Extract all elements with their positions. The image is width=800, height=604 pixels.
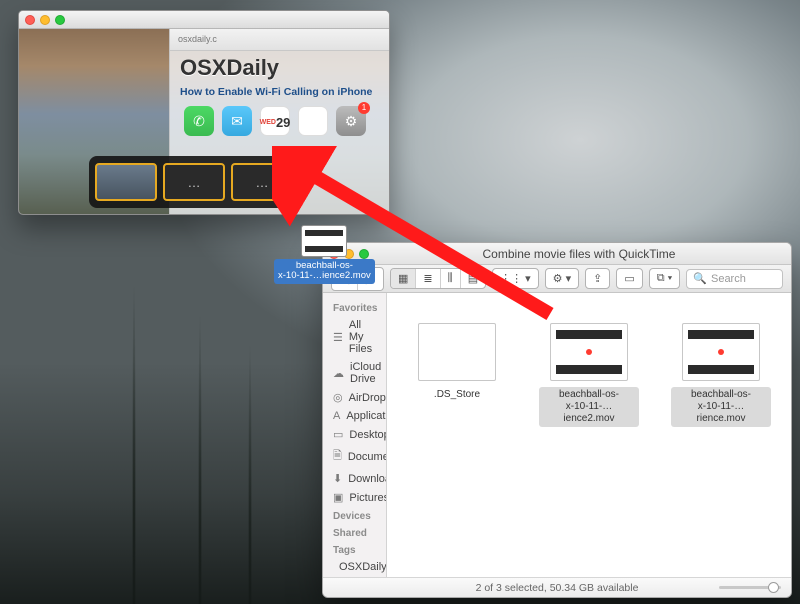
finder-toolbar: 〈 〉 ▦ ≣ ⫼ ▤ ⋮⋮ ▾ ⚙ ▾ ⇪ ▭ ⧉ ▾ 🔍 Search: [323, 265, 791, 293]
sidebar-tag-osxdaily[interactable]: OSXDaily.com: [323, 558, 386, 576]
finder-sidebar[interactable]: Favorites ☰All My Files ☁iCloud Drive ◎A…: [323, 293, 387, 577]
file-generic-icon: [418, 323, 496, 381]
sidebar-heading-devices: Devices: [323, 507, 386, 524]
arrange-button[interactable]: ⋮⋮ ▾: [492, 268, 539, 289]
icon-view-button[interactable]: ▦: [391, 269, 416, 288]
file-ds-store[interactable]: .DS_Store: [407, 323, 507, 427]
dropbox-button[interactable]: ⧉ ▾: [649, 268, 681, 289]
sidebar-item-all-my-files[interactable]: ☰All My Files: [323, 316, 386, 358]
file-label: beachball-os- x-10-11-…rience.mov: [671, 387, 771, 427]
sidebar-item-applications[interactable]: AApplications: [323, 407, 386, 425]
close-button[interactable]: [25, 15, 35, 25]
minimize-button[interactable]: [40, 15, 50, 25]
drag-ghost-label: beachball-os- x-10-11-…ience2.mov: [274, 259, 375, 284]
list-view-button[interactable]: ≣: [416, 269, 440, 288]
search-field[interactable]: 🔍 Search: [686, 269, 783, 289]
share-button[interactable]: ⇪: [585, 268, 610, 289]
finder-titlebar[interactable]: Combine movie files with QuickTime: [323, 243, 791, 265]
drag-ghost: beachball-os- x-10-11-…ience2.mov: [274, 225, 375, 284]
sidebar-heading-shared: Shared: [323, 524, 386, 541]
finder-content[interactable]: .DS_Store beachball-os- x-10-11-…ience2.…: [387, 293, 791, 577]
notification-badge: 1: [358, 102, 370, 114]
column-view-button[interactable]: ⫼: [441, 269, 461, 288]
finder-window[interactable]: Combine movie files with QuickTime 〈 〉 ▦…: [322, 242, 792, 598]
quicktime-window[interactable]: osxdaily.c OSXDaily How to Enable Wi-Fi …: [18, 10, 390, 215]
file-grid: .DS_Store beachball-os- x-10-11-…ience2.…: [387, 293, 791, 457]
pictures-icon: ▣: [333, 491, 343, 504]
article-headline: How to Enable Wi-Fi Calling on iPhone: [170, 83, 389, 104]
sidebar-item-documents[interactable]: 🗎Documents: [323, 444, 386, 469]
sidebar-item-downloads[interactable]: ⬇Downloads: [323, 469, 386, 488]
sidebar-item-pictures[interactable]: ▣Pictures: [323, 488, 386, 507]
tags-button[interactable]: ▭: [616, 268, 642, 289]
messages-app-icon: ✉: [222, 106, 252, 136]
file-beachball-2[interactable]: beachball-os- x-10-11-…rience.mov: [671, 323, 771, 427]
window-controls: [25, 15, 65, 25]
calendar-app-icon: WED29: [260, 106, 290, 136]
quicktime-titlebar[interactable]: [19, 11, 389, 29]
search-icon: 🔍: [693, 272, 707, 285]
settings-app-icon: ⚙1: [336, 106, 366, 136]
iphone-home-row: ✆ ✉ WED29 ✿ ⚙1: [170, 106, 389, 136]
site-logo: OSXDaily: [170, 51, 389, 83]
maximize-button[interactable]: [55, 15, 65, 25]
file-label: .DS_Store: [407, 387, 507, 403]
photos-app-icon: ✿: [298, 106, 328, 136]
applications-icon: A: [333, 410, 340, 422]
file-movie-icon: [550, 323, 628, 381]
finder-title: Combine movie files with QuickTime: [373, 247, 785, 261]
video-canvas[interactable]: osxdaily.c OSXDaily How to Enable Wi-Fi …: [19, 29, 389, 214]
icloud-icon: ☁: [333, 367, 344, 380]
status-text: 2 of 3 selected, 50.34 GB available: [476, 582, 639, 594]
downloads-icon: ⬇: [333, 472, 342, 485]
sidebar-heading-favorites: Favorites: [323, 299, 386, 316]
sidebar-heading-tags: Tags: [323, 541, 386, 558]
search-placeholder: Search: [711, 273, 746, 285]
sidebar-item-desktop[interactable]: ▭Desktop: [323, 425, 386, 444]
clip-2[interactable]: …: [163, 163, 225, 201]
action-button[interactable]: ⚙ ▾: [545, 268, 579, 289]
slider-knob[interactable]: [768, 582, 779, 593]
coverflow-view-button[interactable]: ▤: [461, 269, 485, 288]
sidebar-item-icloud[interactable]: ☁iCloud Drive: [323, 358, 386, 388]
all-files-icon: ☰: [333, 331, 343, 344]
finder-statusbar: 2 of 3 selected, 50.34 GB available: [323, 577, 791, 597]
icon-size-slider[interactable]: [719, 582, 781, 592]
view-switcher: ▦ ≣ ⫼ ▤: [390, 268, 486, 289]
phone-app-icon: ✆: [184, 106, 214, 136]
file-beachball-1[interactable]: beachball-os- x-10-11-…ience2.mov: [539, 323, 639, 427]
address-bar: osxdaily.c: [170, 29, 389, 51]
file-label: beachball-os- x-10-11-…ience2.mov: [539, 387, 639, 427]
desktop-icon: ▭: [333, 428, 343, 441]
documents-icon: 🗎: [333, 447, 342, 466]
clip-3[interactable]: …: [231, 163, 293, 201]
airdrop-icon: ◎: [333, 391, 343, 404]
clip-timeline[interactable]: … …: [89, 156, 299, 208]
clip-1[interactable]: [95, 163, 157, 201]
drag-ghost-thumb: [301, 225, 347, 257]
file-movie-icon: [682, 323, 760, 381]
sidebar-item-airdrop[interactable]: ◎AirDrop: [323, 388, 386, 407]
